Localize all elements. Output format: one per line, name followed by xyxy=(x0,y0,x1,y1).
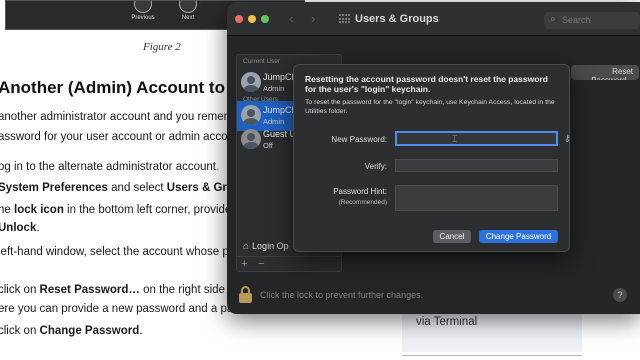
related-article-title: via Terminal xyxy=(416,316,478,328)
password-hint-sublabel: (Recommended) xyxy=(338,199,387,206)
paragraph-line: click on Reset Password… on the right si… xyxy=(0,284,251,296)
change-password-button[interactable]: Change Password xyxy=(479,230,558,243)
sheet-title: Resetting the account password doesn't r… xyxy=(305,74,548,94)
search-icon: ⌕ xyxy=(550,14,556,25)
paragraph-line: he lock icon in the bottom left corner, … xyxy=(0,204,245,216)
figure-previous-button: Previous xyxy=(123,1,163,21)
window-title: Users & Groups xyxy=(355,13,439,25)
grid-icon[interactable] xyxy=(339,14,351,24)
remove-user-button[interactable]: − xyxy=(258,258,264,270)
avatar xyxy=(241,129,261,149)
house-icon: ⌂ xyxy=(243,241,250,252)
paragraph-line: assword for your user account or admin a… xyxy=(0,131,247,143)
list-controls: + − xyxy=(236,256,342,272)
avatar xyxy=(241,105,261,125)
link-system-preferences: System Preferences xyxy=(0,182,108,194)
previous-icon xyxy=(134,1,152,13)
sheet-description: To reset the password for the "login" ke… xyxy=(305,99,555,115)
lock-status-text: Click the lock to prevent further change… xyxy=(260,290,424,300)
add-user-button[interactable]: + xyxy=(241,258,247,270)
divider xyxy=(402,355,582,356)
zoom-window-button[interactable] xyxy=(261,15,269,23)
back-button[interactable]: ‹ xyxy=(289,11,293,26)
paragraph-line: another administrator account and you re… xyxy=(0,111,247,123)
paragraph-line: System Preferences and select Users & Gr… xyxy=(0,182,255,194)
password-hint-field[interactable] xyxy=(395,185,558,211)
paragraph-line: og in to the alternate administrator acc… xyxy=(0,161,220,173)
login-options-item[interactable]: ⌂ Login Op xyxy=(243,241,289,252)
reset-password-button[interactable]: Reset Password... xyxy=(571,65,639,80)
figure-next-button: Next xyxy=(168,1,208,21)
window-footer: Click the lock to prevent further change… xyxy=(227,282,640,314)
forward-button[interactable]: › xyxy=(311,11,315,26)
lock-icon[interactable] xyxy=(239,286,253,304)
paragraph-line: left-hand window, select the account who… xyxy=(0,246,247,258)
minimize-window-button[interactable] xyxy=(248,15,256,23)
help-icon[interactable]: ? xyxy=(613,288,627,302)
figure-caption: Figure 2 xyxy=(143,41,181,53)
reset-password-sheet: Resetting the account password doesn't r… xyxy=(293,64,571,252)
next-icon xyxy=(179,1,197,13)
window-titlebar: ‹ › Users & Groups ⌕ Search xyxy=(227,2,640,36)
paragraph-line: ere you can provide a new password and a… xyxy=(0,303,254,315)
new-password-field[interactable]: ⌶ xyxy=(395,131,558,146)
key-icon[interactable]: ⚷ xyxy=(564,133,571,144)
cancel-button[interactable]: Cancel xyxy=(433,230,471,243)
close-window-button[interactable] xyxy=(235,15,243,23)
avatar xyxy=(241,72,261,92)
current-user-heading: Current User xyxy=(243,58,281,65)
search-field[interactable]: ⌕ Search xyxy=(544,12,640,29)
paragraph-line: Unlock. xyxy=(0,222,40,234)
text-cursor-icon: ⌶ xyxy=(452,134,458,144)
password-hint-label: Password Hint: xyxy=(333,187,387,196)
paragraph-line: click on Change Password. xyxy=(0,325,143,337)
verify-field[interactable] xyxy=(395,159,558,172)
verify-label: Verify: xyxy=(364,162,387,171)
search-placeholder: Search xyxy=(562,15,591,25)
new-password-label: New Password: xyxy=(331,135,387,144)
